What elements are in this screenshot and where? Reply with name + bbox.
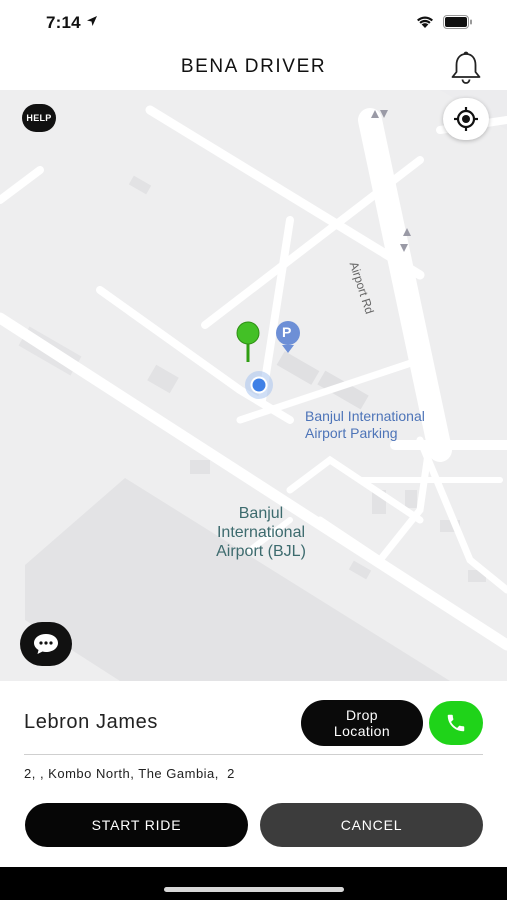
- home-indicator[interactable]: [164, 887, 344, 892]
- parking-symbol: P: [282, 324, 292, 340]
- call-button[interactable]: [429, 701, 483, 745]
- notification-bell-icon[interactable]: [447, 50, 485, 86]
- help-button[interactable]: HELP: [22, 104, 56, 132]
- drop-location-button[interactable]: Drop Location: [301, 700, 423, 746]
- map-view[interactable]: Airport Rd P Banjul International Airpor…: [0, 90, 507, 681]
- status-icons: [415, 14, 473, 29]
- status-time: 7:14: [46, 13, 98, 33]
- crosshair-icon: [454, 107, 478, 131]
- phone-icon: [447, 714, 465, 732]
- battery-icon: [443, 14, 472, 29]
- ride-panel: Lebron James Drop Location 2, , Kombo No…: [0, 681, 507, 867]
- nav-bar: BENA DRIVER: [0, 46, 507, 90]
- map-roads: [0, 90, 507, 681]
- location-arrow-icon: [86, 16, 97, 26]
- parking-label: Banjul International Airport Parking: [305, 408, 425, 442]
- status-bar: 7:14: [0, 0, 507, 46]
- airport-label: Banjul International Airport (BJL): [196, 504, 326, 561]
- page-title: BENA DRIVER: [180, 56, 327, 77]
- divider: [24, 754, 483, 755]
- home-indicator-area: [0, 867, 507, 900]
- status-time-text: 7:14: [46, 13, 81, 32]
- airport-label-text: Banjul International Airport (BJL): [216, 505, 306, 560]
- recenter-location-button[interactable]: [443, 98, 489, 140]
- cancel-button[interactable]: CANCEL: [260, 803, 483, 847]
- start-ride-button[interactable]: START RIDE: [25, 803, 248, 847]
- chat-button[interactable]: [20, 622, 72, 666]
- parking-label-text: Banjul International Airport Parking: [305, 408, 425, 441]
- drop-location-label: Drop Location: [333, 707, 391, 739]
- pickup-address: 2, , Kombo North, The Gambia, 2: [24, 766, 235, 781]
- wifi-icon: [417, 16, 433, 28]
- rider-name: Lebron James: [24, 711, 158, 733]
- chat-bubble-icon: [34, 634, 58, 654]
